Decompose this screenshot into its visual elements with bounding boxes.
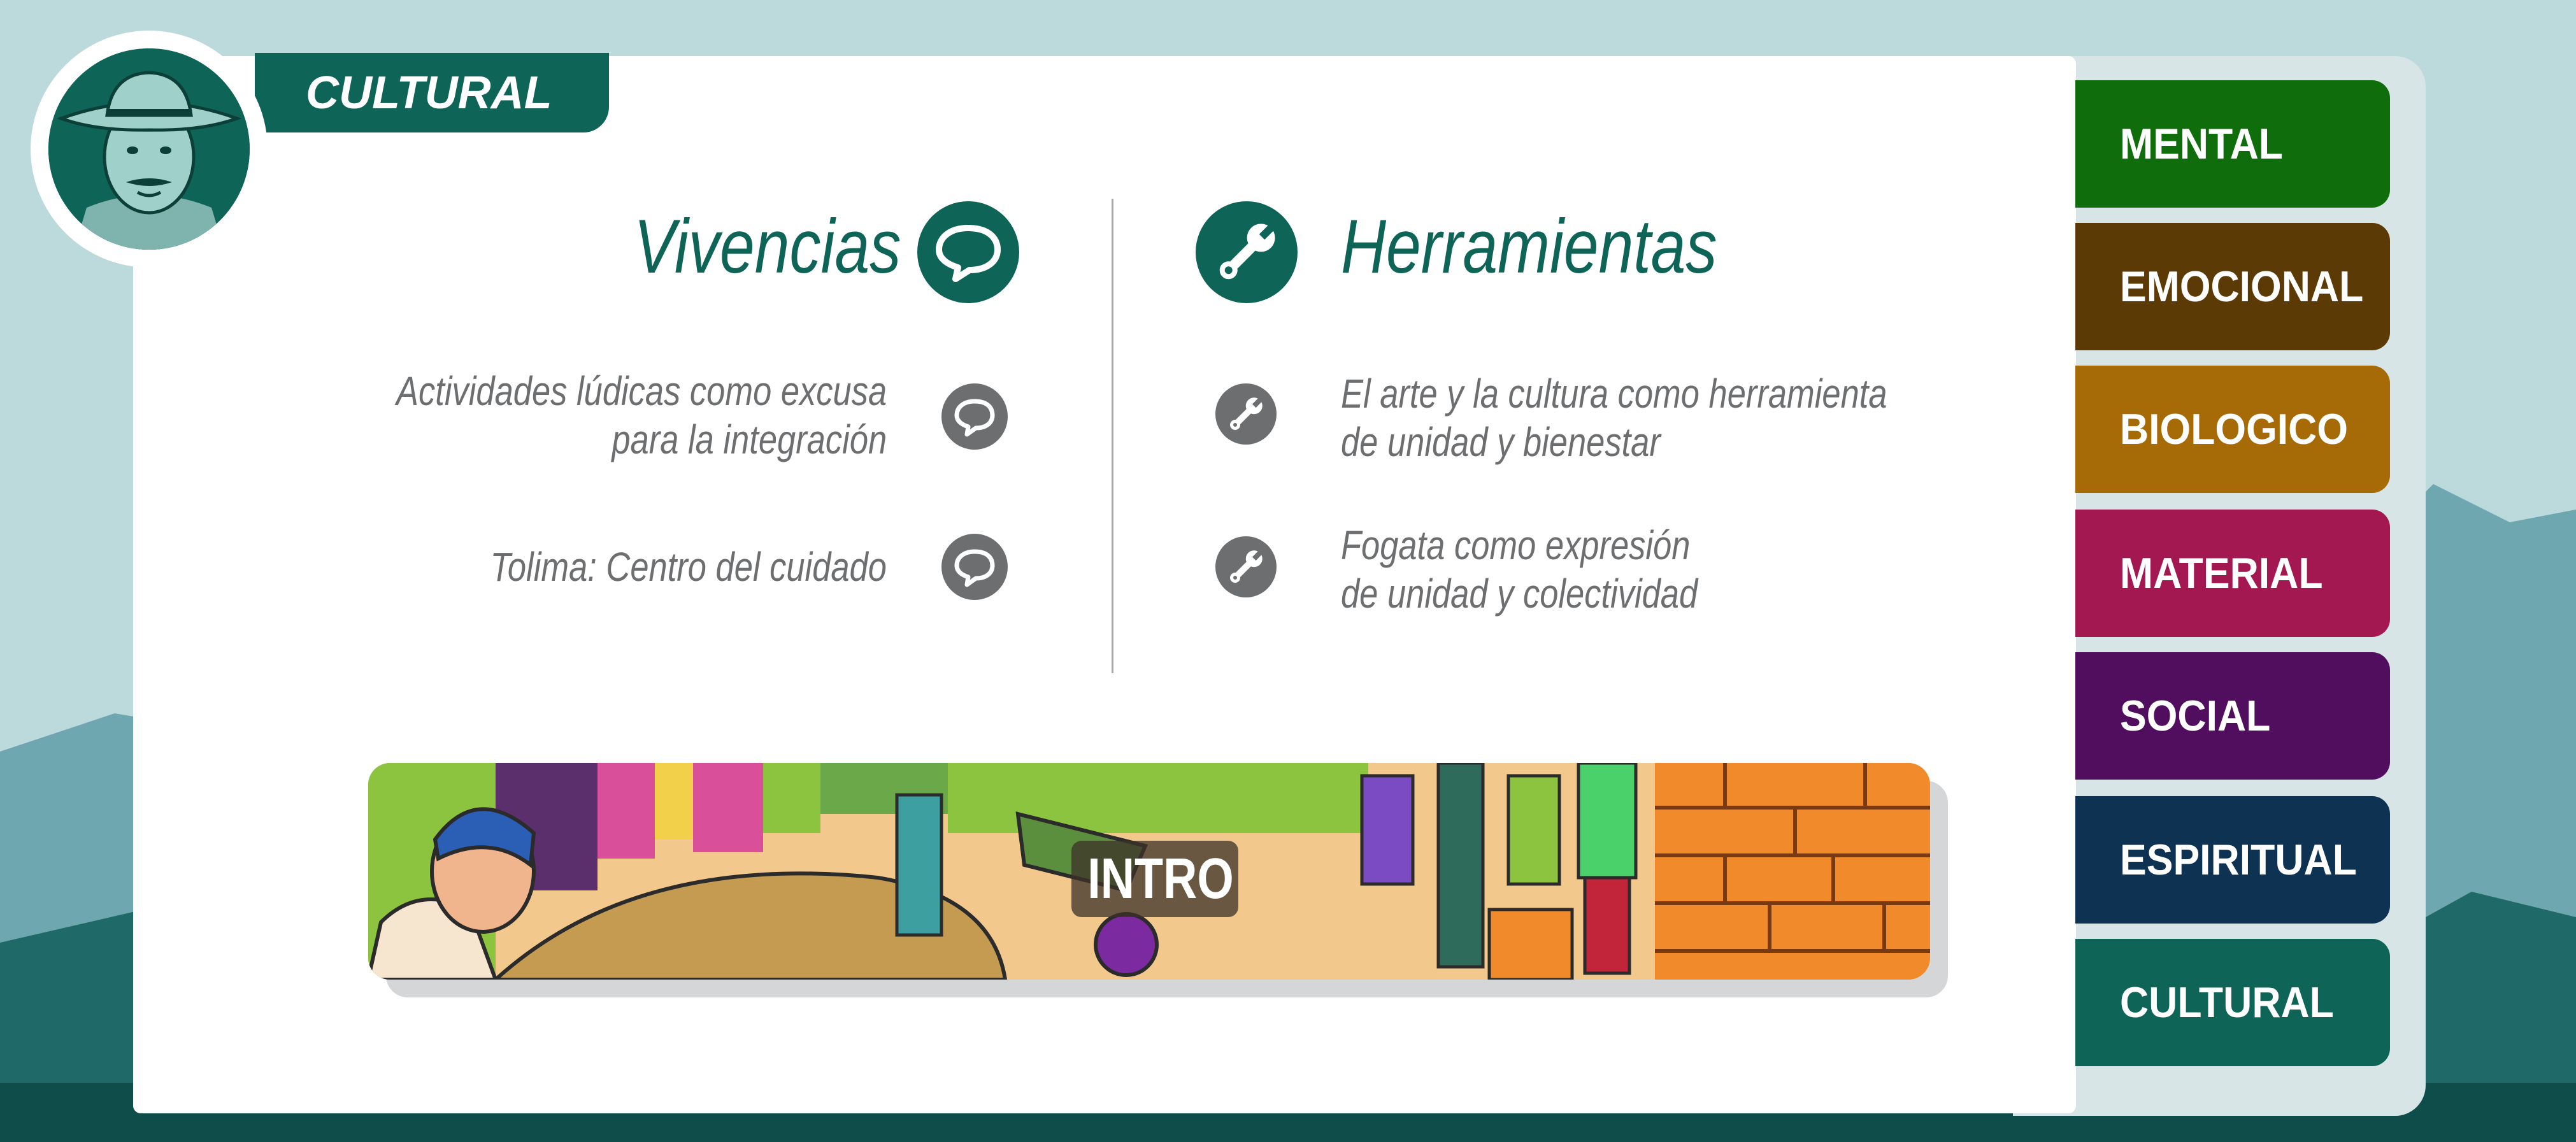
wrench-icon <box>1196 201 1298 303</box>
nav-mental[interactable]: MENTAL <box>2075 80 2390 208</box>
chat-bubble-icon <box>917 201 1019 303</box>
chat-bubble-icon[interactable] <box>941 383 1008 450</box>
nav-biologico[interactable]: BIOLOGICO <box>2075 366 2390 493</box>
category-tag: CULTURAL <box>255 53 609 132</box>
wrench-icon[interactable] <box>1215 536 1277 597</box>
vivencias-item-1[interactable]: Actividades lúdicas como excusa para la … <box>396 367 887 464</box>
nav-emocional[interactable]: EMOCIONAL <box>2075 223 2390 350</box>
wrench-icon[interactable] <box>1215 383 1277 445</box>
vivencias-title: Vivencias <box>633 204 901 289</box>
nav-espiritual[interactable]: ESPIRITUAL <box>2075 796 2390 924</box>
avatar <box>31 31 268 268</box>
vivencias-item-2[interactable]: Tolima: Centro del cuidado <box>490 543 887 591</box>
category-tag-label: CULTURAL <box>306 68 552 118</box>
herramientas-item-2[interactable]: Fogata como expresión de unidad y colect… <box>1341 521 1698 618</box>
nav-social[interactable]: SOCIAL <box>2075 652 2390 780</box>
herramientas-item-1[interactable]: El arte y la cultura como herramienta de… <box>1341 369 1887 466</box>
chat-bubble-icon[interactable] <box>941 534 1008 600</box>
section-divider <box>1112 199 1113 673</box>
intro-play-label[interactable]: INTRO <box>1071 841 1238 917</box>
nav-cultural[interactable]: CULTURAL <box>2075 939 2390 1066</box>
herramientas-title: Herramientas <box>1341 204 1717 289</box>
nav-material[interactable]: MATERIAL <box>2075 510 2390 637</box>
farmer-avatar-icon <box>48 48 250 250</box>
